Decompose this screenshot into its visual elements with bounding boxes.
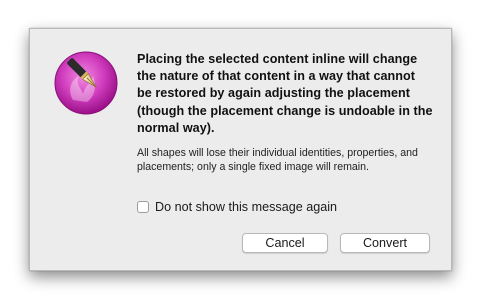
alert-headline: Placing the selected content inline will…: [137, 52, 433, 135]
message-area: Placing the selected content inline will…: [137, 51, 433, 175]
alert-informative-text: All shapes will lose their individual id…: [137, 147, 418, 173]
suppress-checkbox[interactable]: [137, 201, 149, 213]
app-icon: [54, 51, 118, 115]
convert-button[interactable]: Convert: [340, 233, 430, 253]
cancel-button[interactable]: Cancel: [242, 233, 328, 253]
suppress-checkbox-row[interactable]: Do not show this message again: [137, 200, 337, 214]
alert-dialog: Placing the selected content inline will…: [29, 28, 452, 271]
suppress-checkbox-label[interactable]: Do not show this message again: [155, 200, 337, 214]
